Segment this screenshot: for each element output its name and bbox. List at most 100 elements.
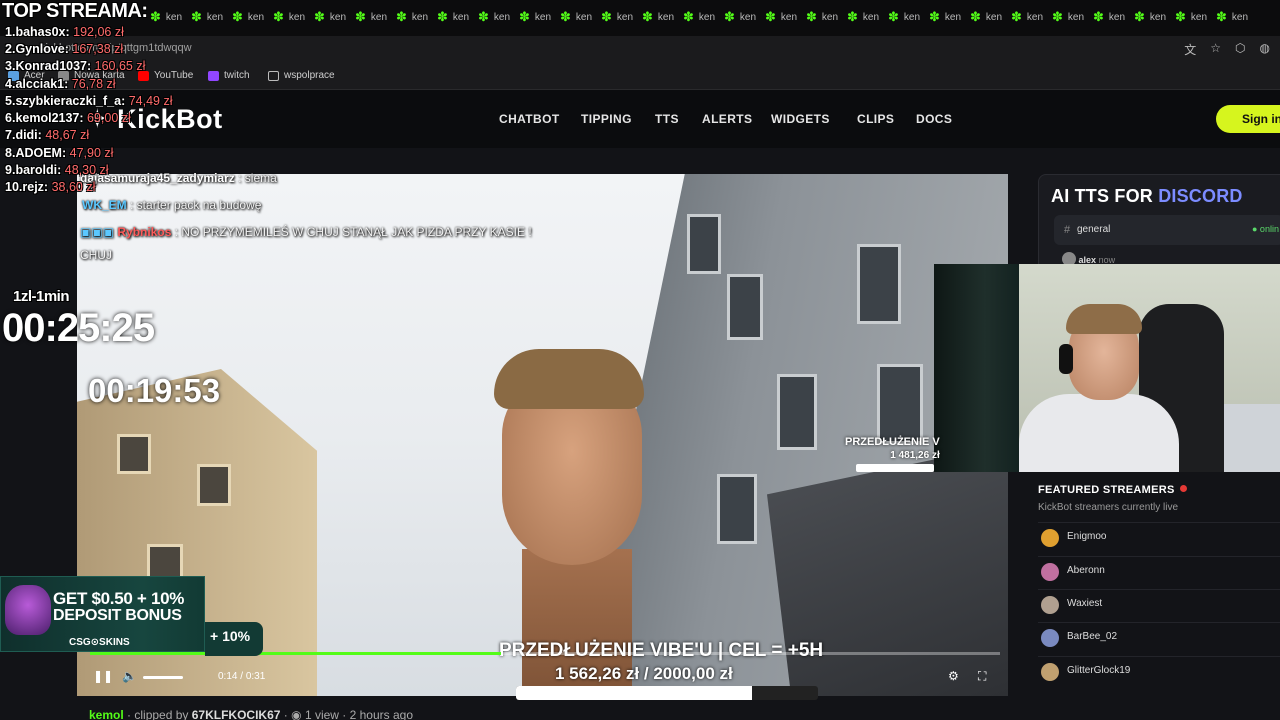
browser-tab[interactable]: ✽ ken <box>437 8 478 26</box>
nav-widgets[interactable]: WIDGETS <box>771 112 857 126</box>
goal-title: PRZEDŁUŻENIE VIBE'U | CEL = +5H <box>499 640 824 661</box>
browser-tab[interactable]: ✽ ken <box>847 8 888 26</box>
featured-streamer-item[interactable]: GlitterGlock19 <box>1038 656 1280 686</box>
translate-icon[interactable]: 文 <box>1184 41 1196 58</box>
browser-tab-label: ken <box>411 11 429 23</box>
kick-favicon-icon: ✽ <box>929 9 940 24</box>
clip-video-player[interactable] <box>77 174 1008 696</box>
nav-clips[interactable]: CLIPS <box>857 112 916 126</box>
site-navbar: ✦ KickBot CHATBOT TIPPING TTS ALERTS WID… <box>0 90 1280 148</box>
video-window <box>857 244 901 324</box>
browser-tab-label: ken <box>657 11 675 23</box>
kick-favicon-icon: ✽ <box>765 9 776 24</box>
top-donors-title: TOP STREAMA: <box>2 0 148 22</box>
browser-tab[interactable]: ✽ ken <box>724 8 765 26</box>
browser-tab[interactable]: ✽ ken <box>1216 8 1257 26</box>
browser-tab[interactable]: ✽ ken <box>601 8 642 26</box>
browser-tab[interactable]: ✽ ken <box>683 8 724 26</box>
bookmark-twitch[interactable]: twitch <box>208 70 250 81</box>
player-time: 0:14 / 0:31 <box>218 671 266 682</box>
rate-label: 1zl-1min <box>13 288 70 305</box>
top-donor-row: 5.szybkieraczki_f_a: 74,49 zł <box>5 94 173 108</box>
profile-icon[interactable]: ◍ <box>1260 41 1270 58</box>
clip-clipper[interactable]: 67KLFKOCIK67 <box>192 708 281 720</box>
browser-tab-label: ken <box>862 11 880 23</box>
video-window <box>197 464 231 506</box>
top-donor-row: 8.ADOEM: 47,90 zł <box>5 146 114 160</box>
kick-favicon-icon: ✽ <box>970 9 981 24</box>
browser-tab[interactable]: ✽ ken <box>478 8 519 26</box>
browser-tab-label: ken <box>370 11 388 23</box>
browser-tab[interactable]: ✽ ken <box>150 8 191 26</box>
browser-tab-label: ken <box>206 11 224 23</box>
clip-streamer[interactable]: kemol <box>89 708 124 720</box>
bookmark-youtube[interactable]: YouTube <box>138 70 193 81</box>
browser-tab[interactable]: ✽ ken <box>929 8 970 26</box>
browser-tab-label: ken <box>1108 11 1126 23</box>
featured-streamer-item[interactable]: Aberonn <box>1038 556 1280 586</box>
browser-tab[interactable]: ✽ ken <box>1134 8 1175 26</box>
video-window <box>717 474 757 544</box>
browser-tab[interactable]: ✽ ken <box>560 8 601 26</box>
featured-streamer-item[interactable]: Enigmoo <box>1038 522 1280 552</box>
browser-tab-label: ken <box>247 11 265 23</box>
settings-gear-icon[interactable]: ⚙ <box>948 669 959 683</box>
browser-tab-label: ken <box>575 11 593 23</box>
browser-tab[interactable]: ✽ ken <box>1052 8 1093 26</box>
nav-tipping[interactable]: TIPPING <box>581 112 655 126</box>
top-donor-row: 7.didi: 48,67 zł <box>5 128 90 142</box>
kick-favicon-icon: ✽ <box>191 9 202 24</box>
address-bar[interactable]: kickbot.com/clip/qttgm1tdwqqw 文 ☆ ⬡ ◍ <box>0 36 1280 62</box>
featured-streamer-item[interactable]: BarBee_02 <box>1038 622 1280 652</box>
browser-tab[interactable]: ✽ ken <box>396 8 437 26</box>
browser-tab[interactable]: ✽ ken <box>1011 8 1052 26</box>
kick-favicon-icon: ✽ <box>724 9 735 24</box>
browser-tab[interactable]: ✽ ken <box>888 8 929 26</box>
nav-tts[interactable]: TTS <box>655 112 702 126</box>
mascot-icon <box>5 585 51 635</box>
browser-tab[interactable]: ✽ ken <box>970 8 1011 26</box>
browser-tab[interactable]: ✽ ken <box>806 8 847 26</box>
browser-tab-label: ken <box>1149 11 1167 23</box>
sign-in-button[interactable]: Sign in <box>1216 105 1280 133</box>
browser-tab[interactable]: ✽ ken <box>232 8 273 26</box>
browser-tab[interactable]: ✽ ken <box>355 8 396 26</box>
volume-icon[interactable]: 🔈 <box>122 669 137 683</box>
browser-tab[interactable]: ✽ ken <box>273 8 314 26</box>
top-donor-row: 2.Gynlove: 167,38 zł <box>5 42 124 56</box>
browser-tab-label: ken <box>288 11 306 23</box>
browser-tab[interactable]: ✽ ken <box>1175 8 1216 26</box>
kick-favicon-icon: ✽ <box>478 9 489 24</box>
browser-tab[interactable]: ✽ ken <box>765 8 806 26</box>
streamer-webcam <box>934 264 1280 472</box>
fullscreen-icon[interactable]: ⛶ <box>978 669 986 684</box>
browser-tab-label: ken <box>903 11 921 23</box>
nav-chatbot[interactable]: CHATBOT <box>499 112 581 126</box>
video-window <box>727 274 763 340</box>
kick-favicon-icon: ✽ <box>601 9 612 24</box>
browser-tab[interactable]: ✽ ken <box>519 8 560 26</box>
featured-streamers-title: FEATURED STREAMERS <box>1038 484 1187 496</box>
extensions-icon[interactable]: ⬡ <box>1235 41 1245 58</box>
top-donor-row: 10.rejz: 38,60 zł <box>5 180 96 194</box>
avatar <box>1041 529 1059 547</box>
promo-banner[interactable]: GET $0.50 + 10% DEPOSIT BONUS CSG⊙SKINS <box>0 576 205 652</box>
browser-tab-label: ken <box>1190 11 1208 23</box>
bookmark-wspolprace[interactable]: wspolprace <box>268 70 335 81</box>
browser-tab[interactable]: ✽ ken <box>314 8 355 26</box>
pause-icon[interactable]: ❚❚ <box>93 669 113 683</box>
ad-title: AI TTS FOR DISCORD <box>1051 186 1243 206</box>
browser-tab[interactable]: ✽ ken <box>642 8 683 26</box>
nav-alerts[interactable]: ALERTS <box>702 112 771 126</box>
browser-tab-label: ken <box>1231 11 1249 23</box>
nav-docs[interactable]: DOCS <box>916 112 956 126</box>
browser-tab[interactable]: ✽ ken <box>1093 8 1134 26</box>
volume-slider[interactable] <box>143 676 183 679</box>
video-window <box>687 214 721 274</box>
browser-tab[interactable]: ✽ ken <box>191 8 232 26</box>
browser-tab-label: ken <box>821 11 839 23</box>
kick-favicon-icon: ✽ <box>888 9 899 24</box>
star-icon[interactable]: ☆ <box>1210 41 1221 58</box>
featured-streamer-item[interactable]: Waxiest <box>1038 589 1280 619</box>
webcam-goal-label: PRZEDŁUŻENIE V1 481,26 zł <box>845 436 940 461</box>
